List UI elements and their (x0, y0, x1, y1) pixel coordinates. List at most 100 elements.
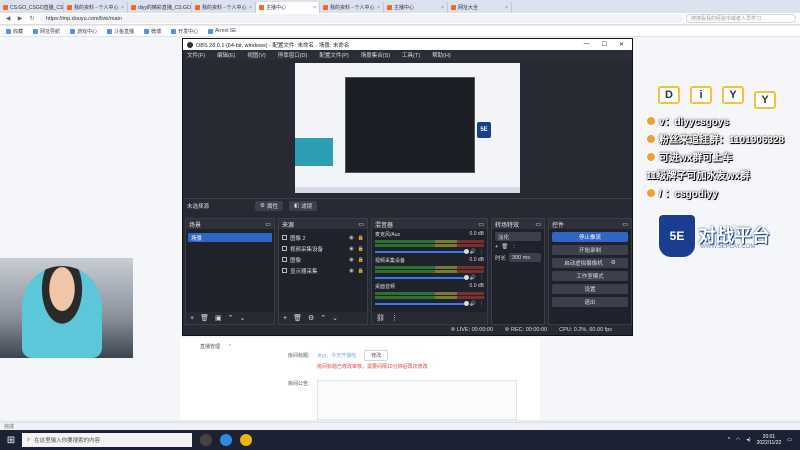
lock-icon[interactable]: 🔒 (358, 235, 364, 241)
browser-tab[interactable]: 我的资料 - 个人中心 × (192, 2, 256, 13)
properties-button[interactable]: ⚙ 属性 (255, 200, 283, 211)
move-down-icon[interactable]: ⌄ (239, 314, 245, 322)
network-icon[interactable]: ◠ (736, 437, 740, 443)
back-icon[interactable]: ◀ (4, 15, 12, 22)
speaker-icon[interactable]: 🔊 (470, 301, 476, 307)
obs-menu-item[interactable]: 编辑(E) (217, 51, 235, 59)
browser-tab[interactable]: 主播中心 × (256, 2, 320, 13)
obs-menu-item[interactable]: 场景集合(S) (361, 51, 390, 59)
start-recording-button[interactable]: 开始录制 (552, 245, 628, 255)
remove-source-icon[interactable]: 🗑 (293, 314, 302, 322)
settings-button[interactable]: 设置 (552, 284, 628, 294)
source-item[interactable]: 显示器采集 ◉ 🔒 (279, 265, 367, 276)
room-notice-input[interactable] (317, 380, 518, 420)
browser-tab[interactable]: diyy的精彩直播_CS:GO直播× (128, 2, 192, 13)
url-field[interactable]: https://mp.douyu.com/live/main (40, 14, 682, 23)
bookmark-item[interactable]: 收藏 (6, 28, 23, 35)
volume-slider[interactable] (375, 275, 469, 280)
volume-icon[interactable]: ◂) (746, 437, 750, 443)
visibility-eye-icon[interactable]: ◉ (349, 268, 354, 274)
browser-tab[interactable]: 网址大全 × (448, 2, 512, 13)
filters-button[interactable]: ◧ 滤镜 (288, 200, 318, 211)
obs-menu-item[interactable]: 文件(F) (187, 51, 205, 59)
refresh-icon[interactable]: ↻ (28, 15, 36, 22)
undock-icon[interactable]: ▭ (535, 221, 541, 228)
close-tab-icon[interactable]: × (377, 5, 380, 11)
undock-icon[interactable]: ▭ (622, 221, 628, 228)
minimize-button[interactable]: — (584, 41, 590, 48)
chevron-up-icon[interactable]: ⌃ (228, 344, 232, 350)
source-item[interactable]: 视频采集设备 ◉ 🔒 (279, 243, 367, 254)
undock-icon[interactable]: ▭ (478, 221, 484, 228)
bookmark-item[interactable]: Arrest SE (208, 28, 237, 34)
speaker-icon[interactable]: 🔊 (470, 275, 476, 281)
move-up-icon[interactable]: ⌃ (228, 314, 234, 322)
volume-slider[interactable] (375, 301, 469, 306)
lock-icon[interactable]: 🔒 (358, 268, 364, 274)
bookmark-item[interactable]: 游戏中心 (70, 28, 97, 35)
bookmark-item[interactable]: 微博 (144, 28, 161, 35)
close-tab-icon[interactable]: × (121, 5, 124, 11)
chevron-up-icon[interactable]: ^ (728, 437, 730, 443)
visibility-eye-icon[interactable]: ◉ (349, 235, 354, 241)
transition-select[interactable]: 淡化 (495, 232, 541, 241)
edit-title-button[interactable]: 修改 (364, 350, 389, 361)
speaker-icon[interactable]: 🔊 (470, 249, 476, 255)
exit-button[interactable]: 退出 (552, 297, 628, 307)
more-options-icon[interactable]: ⋮ (479, 249, 484, 255)
remove-transition-icon[interactable]: 🗑 (501, 244, 508, 250)
browser-tab[interactable]: CS:GO_CSGO直播_CS..× (0, 2, 64, 13)
maximize-button[interactable]: ☐ (602, 41, 607, 48)
duration-input[interactable]: 300 ms (509, 253, 541, 262)
taskbar-search-input[interactable]: ⌕ 在这里输入你要搜索的内容 (22, 433, 192, 447)
visibility-eye-icon[interactable]: ◉ (349, 246, 354, 252)
filter-scene-icon[interactable]: ▣ (215, 314, 222, 322)
add-scene-icon[interactable]: + (190, 315, 194, 322)
close-tab-icon[interactable]: × (441, 5, 444, 11)
close-button[interactable]: ✕ (619, 41, 624, 48)
stop-streaming-button[interactable]: 停止推流 (552, 232, 628, 242)
undock-icon[interactable]: ▭ (358, 221, 364, 228)
obs-menu-item[interactable]: 工具(T) (402, 51, 420, 59)
add-transition-icon[interactable]: + (495, 244, 498, 250)
obs-menu-item[interactable]: 停靠窗口(D) (278, 51, 308, 59)
studio-mode-button[interactable]: 工作室模式 (552, 271, 628, 281)
gear-icon[interactable]: ⚙ (611, 260, 616, 266)
source-item[interactable]: 图像 ◉ 🔒 (279, 254, 367, 265)
notification-icon[interactable]: ▭ (787, 437, 792, 443)
undock-icon[interactable]: ▭ (265, 221, 271, 228)
scene-item[interactable]: 场景 (188, 233, 272, 242)
browser-search-input[interactable]: 搜搜看我的经验中或者人员学习 (686, 14, 796, 23)
lock-icon[interactable]: 🔒 (358, 246, 364, 252)
source-item[interactable]: 图像 2 ◉ 🔒 (279, 232, 367, 243)
browser-taskbar-icon[interactable] (220, 434, 232, 446)
link-icon[interactable]: ⛓ (376, 314, 385, 322)
bookmark-item[interactable]: 网址导航 (33, 28, 60, 35)
clock[interactable]: 20:01 2022/11/22 (757, 434, 782, 446)
live-manage-link[interactable]: 直播管理 (200, 343, 220, 350)
obs-preview[interactable]: 5E (295, 63, 520, 193)
remove-scene-icon[interactable]: 🗑 (200, 314, 209, 322)
source-settings-icon[interactable]: ⚙ (308, 314, 314, 322)
windows-start-icon[interactable]: ⊞ (0, 430, 22, 450)
bookmark-item[interactable]: 斗鱼直播 (107, 28, 134, 35)
forward-icon[interactable]: ▶ (16, 15, 24, 22)
app-taskbar-icon[interactable] (240, 434, 252, 446)
close-tab-icon[interactable]: × (249, 5, 252, 11)
bookmark-item[interactable]: 开发中心 (171, 28, 198, 35)
move-down-icon[interactable]: ⌄ (332, 314, 338, 322)
browser-tab[interactable]: 我的资料 - 个人中心 × (64, 2, 128, 13)
close-tab-icon[interactable]: × (505, 5, 508, 11)
volume-slider[interactable] (375, 249, 469, 254)
move-up-icon[interactable]: ⌃ (320, 314, 326, 322)
visibility-eye-icon[interactable]: ◉ (349, 257, 354, 263)
obs-menu-item[interactable]: 视图(V) (247, 51, 265, 59)
browser-tab[interactable]: 我的资料 - 个人中心 × (320, 2, 384, 13)
close-tab-icon[interactable]: × (313, 5, 316, 11)
more-options-icon[interactable]: ⋮ (479, 301, 484, 307)
browser-tab[interactable]: 主播中心 × (384, 2, 448, 13)
more-options-icon[interactable]: ⋮ (479, 275, 484, 281)
lock-icon[interactable]: 🔒 (358, 257, 364, 263)
more-options-icon[interactable]: ⋮ (511, 244, 517, 250)
more-options-icon[interactable]: ⋮ (391, 314, 398, 322)
